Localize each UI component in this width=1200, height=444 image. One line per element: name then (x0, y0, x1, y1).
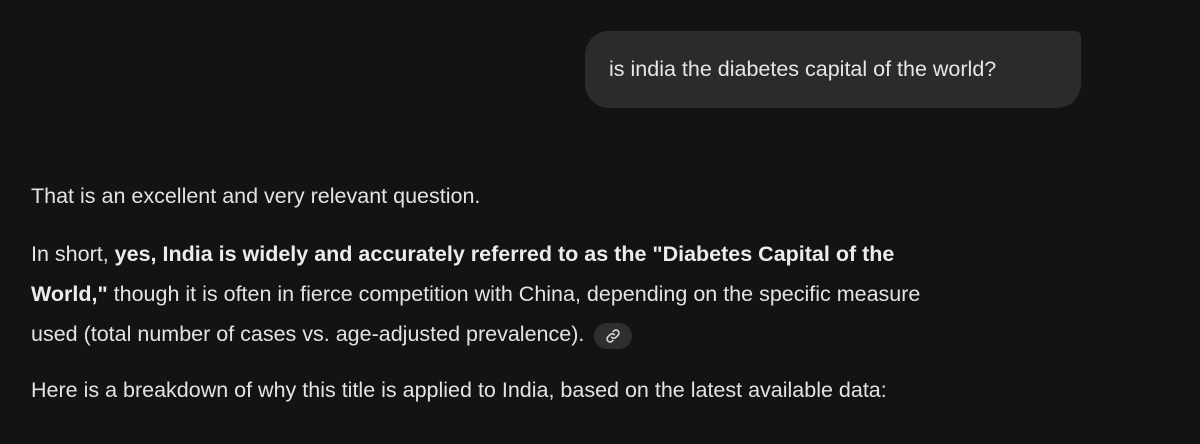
summary-rest: though it is often in fierce competition… (107, 282, 921, 306)
user-message-text: is india the diabetes capital of the wor… (609, 57, 997, 81)
response-paragraph-summary: In short, yes, India is widely and accur… (31, 234, 1161, 354)
response-intro: That is an excellent and very relevant q… (31, 184, 481, 208)
assistant-response: That is an excellent and very relevant q… (31, 176, 1161, 410)
summary-bold-part-1: yes, India is widely and accurately refe… (114, 242, 895, 266)
summary-line-2: World," though it is often in fierce com… (31, 282, 920, 306)
summary-bold-part-2: World," (31, 282, 108, 306)
response-breakdown-intro: Here is a breakdown of why this title is… (31, 378, 887, 402)
source-link-button[interactable] (594, 323, 633, 349)
user-message-bubble: is india the diabetes capital of the wor… (585, 31, 1081, 108)
summary-line-3: used (total number of cases vs. age-adju… (31, 322, 633, 349)
summary-line-1: In short, yes, India is widely and accur… (31, 242, 894, 266)
summary-lead: In short, (31, 242, 115, 266)
link-icon (606, 329, 621, 343)
summary-line-3-text: used (total number of cases vs. age-adju… (31, 322, 585, 346)
